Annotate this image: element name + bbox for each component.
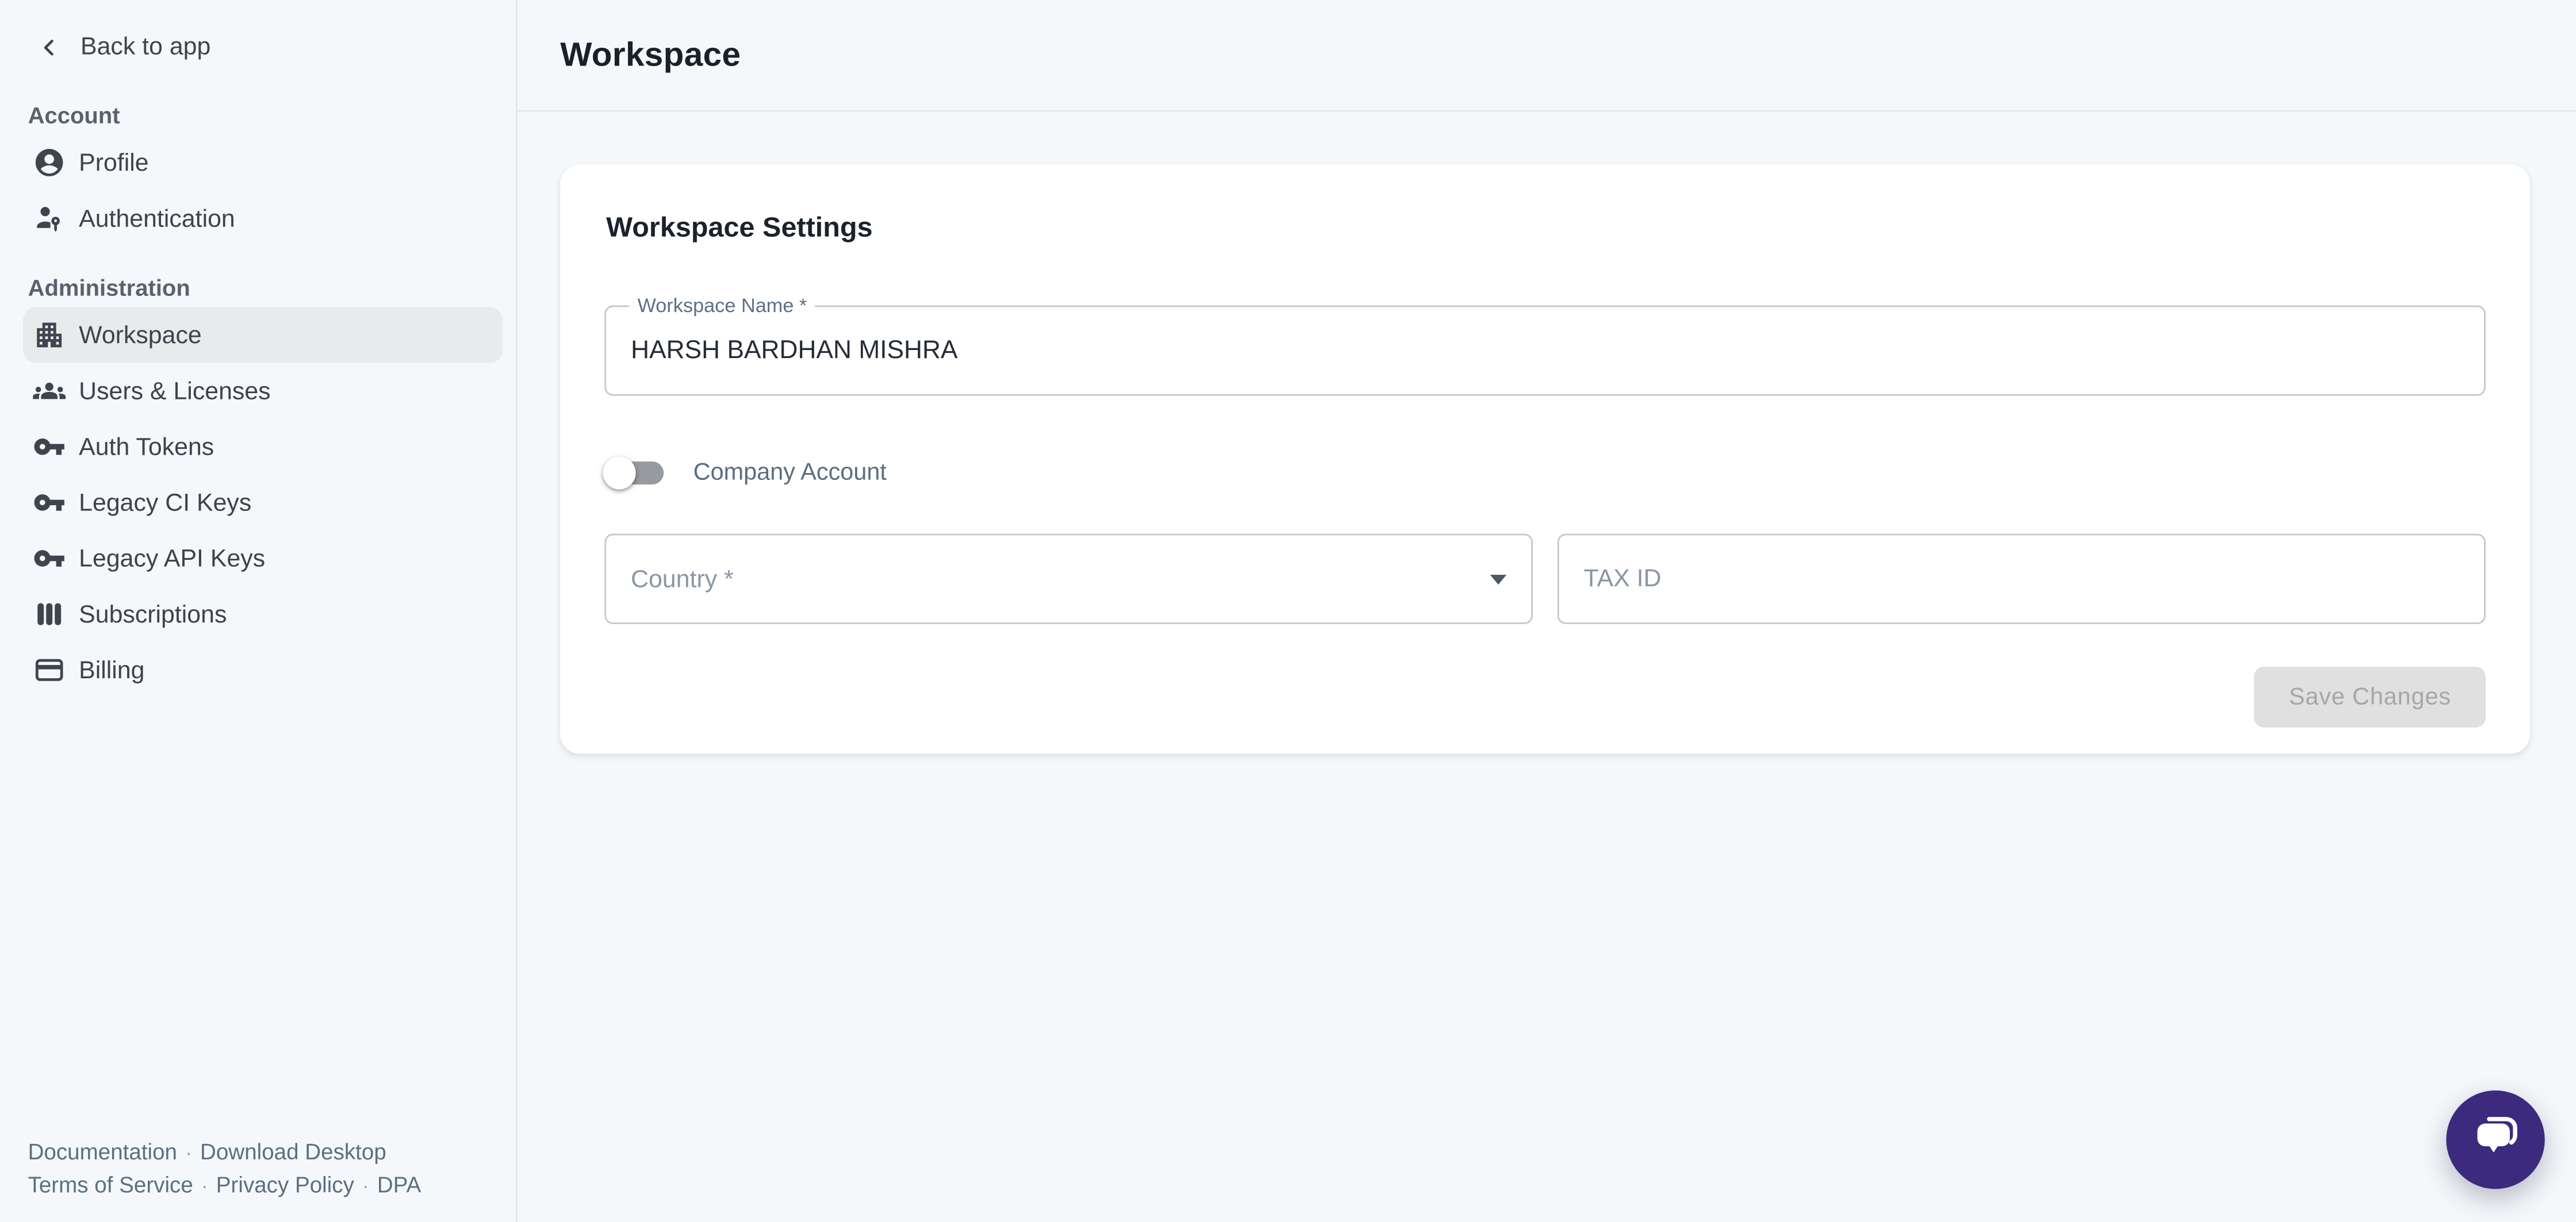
toggle-thumb [603,456,636,489]
sidebar-item-label: Users & Licenses [79,377,270,405]
sidebar-item-workspace[interactable]: Workspace [23,307,503,363]
sidebar-item-authentication[interactable]: Authentication [23,190,503,246]
person-key-icon [33,202,66,235]
chat-bubbles-icon [2470,1110,2521,1170]
settings-sidebar: Back to app Account Profile Authenticati… [0,0,518,1222]
documentation-link[interactable]: Documentation [28,1140,177,1165]
section-title-account: Account [28,102,516,128]
workspace-name-input[interactable] [606,307,2484,394]
chevron-left-icon [36,34,63,60]
sidebar-footer: Documentation · Download Desktop Terms of … [28,1136,421,1202]
app-root: Back to app Account Profile Authenticati… [0,0,2576,1222]
page-header: Workspace [518,0,2576,112]
workspace-settings-card: Workspace Settings Workspace Name * Comp… [560,164,2530,754]
key-icon [33,431,66,463]
columns-icon [33,598,66,631]
footer-row-1: Documentation · Download Desktop [28,1136,421,1169]
workspace-name-field: Workspace Name * [604,305,2485,395]
key-icon [33,542,66,575]
footer-separator: · [185,1142,191,1165]
sidebar-item-legacy-ci-keys[interactable]: Legacy CI Keys [23,475,503,531]
page-title: Workspace [560,35,741,75]
save-changes-button[interactable]: Save Changes [2255,667,2486,728]
sidebar-item-legacy-api-keys[interactable]: Legacy API Keys [23,531,503,586]
back-to-app-button[interactable]: Back to app [36,33,516,61]
sidebar-item-billing[interactable]: Billing [23,642,503,698]
chat-launcher-button[interactable] [2446,1090,2544,1189]
company-account-row: Company Account [604,454,2485,493]
sidebar-item-label: Billing [79,656,144,684]
building-icon [33,318,66,351]
terms-of-service-link[interactable]: Terms of Service [28,1173,193,1197]
sidebar-item-label: Legacy API Keys [79,544,265,572]
back-to-app-label: Back to app [80,33,210,61]
country-select[interactable]: Country * [604,534,1532,624]
sidebar-item-label: Subscriptions [79,600,227,628]
company-account-toggle[interactable] [604,454,667,493]
download-desktop-link[interactable]: Download Desktop [200,1140,386,1165]
key-icon [33,486,66,519]
country-label: Country * [631,565,734,593]
credit-card-icon [33,654,66,686]
sidebar-item-label: Legacy CI Keys [79,489,251,517]
dropdown-arrow-icon [1490,575,1506,585]
sidebar-item-label: Profile [79,149,149,177]
sidebar-item-label: Authentication [79,205,235,233]
sidebar-item-label: Auth Tokens [79,433,214,461]
card-title: Workspace Settings [606,212,2486,245]
groups-icon [33,374,66,407]
card-actions: Save Changes [604,667,2485,728]
sidebar-item-users-licenses[interactable]: Users & Licenses [23,363,503,418]
footer-separator: · [362,1174,369,1197]
dpa-link[interactable]: DPA [377,1173,421,1197]
sidebar-item-auth-tokens[interactable]: Auth Tokens [23,419,503,475]
company-account-label: Company Account [693,460,887,486]
footer-row-2: Terms of Service · Privacy Policy · DPA [28,1170,421,1202]
tax-id-input[interactable] [1559,535,2484,622]
section-title-administration: Administration [28,274,516,301]
main-area: Workspace Workspace Settings Workspace N… [518,0,2576,1222]
account-circle-icon [33,146,66,179]
footer-separator: · [201,1174,208,1197]
privacy-policy-link[interactable]: Privacy Policy [216,1173,354,1197]
tax-id-field [1558,534,2486,624]
sidebar-item-subscriptions[interactable]: Subscriptions [23,586,503,642]
country-tax-row: Country * [604,534,2485,624]
sidebar-item-profile[interactable]: Profile [23,135,503,190]
sidebar-item-label: Workspace [79,321,202,349]
